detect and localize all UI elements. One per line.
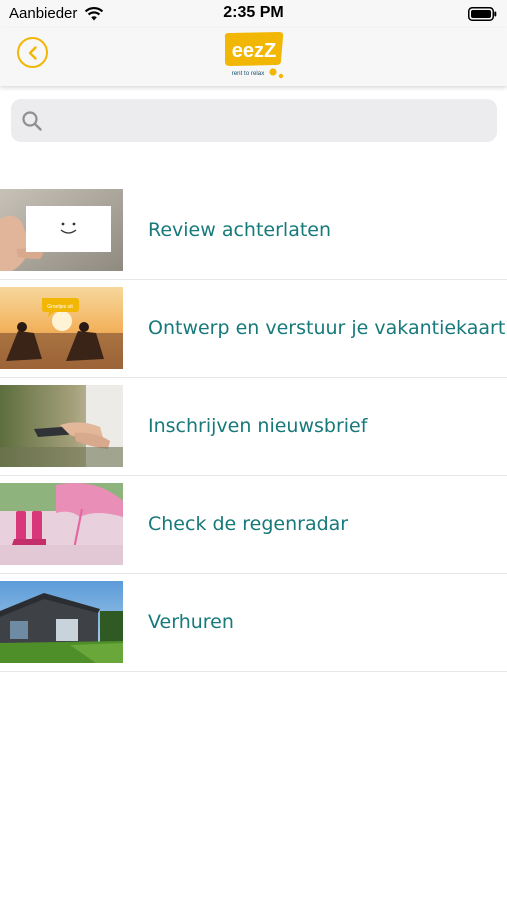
navigation-bar: eezZ rent to relax [0, 28, 507, 86]
menu-item-review[interactable]: Review achterlaten [0, 182, 507, 280]
svg-text:rent to relax: rent to relax [232, 70, 266, 77]
search-bar[interactable] [11, 99, 497, 142]
menu-item-label: Verhuren [148, 611, 234, 633]
battery-icon [468, 7, 497, 21]
search-input[interactable] [51, 99, 487, 142]
status-time: 2:35 PM [223, 4, 284, 21]
menu-item-vakantiekaart[interactable]: Groetjes uit Ontwerp en verstuur je vaka… [0, 280, 507, 378]
menu-item-verhuren[interactable]: Verhuren [0, 574, 507, 672]
chevron-left-icon [28, 45, 37, 60]
back-button[interactable] [17, 37, 48, 68]
menu-item-label: Review achterlaten [148, 219, 332, 241]
menu-item-nieuwsbrief[interactable]: Inschrijven nieuwsbrief [0, 378, 507, 476]
eezz-logo: eezZ rent to relax [224, 32, 284, 79]
vakantiekaart-thumbnail: Groetjes uit [0, 287, 123, 369]
menu-item-label: Inschrijven nieuwsbrief [148, 415, 368, 437]
status-bar: Aanbieder 2:35 PM [0, 0, 507, 28]
nieuwsbrief-thumbnail [0, 385, 123, 467]
svg-text:eezZ: eezZ [232, 40, 276, 62]
menu-list: Review achterlaten Groetjes uit Ontwerp … [0, 182, 507, 672]
menu-item-label: Ontwerp en verstuur je vakantiekaart [148, 317, 506, 339]
verhuren-thumbnail [0, 581, 123, 663]
search-icon [22, 111, 42, 131]
regenradar-thumbnail [0, 483, 123, 565]
menu-item-label: Check de regenradar [148, 513, 349, 535]
menu-item-regenradar[interactable]: Check de regenradar [0, 476, 507, 574]
greeting-bubble-text: Groetjes uit [47, 304, 73, 310]
review-thumbnail [0, 189, 123, 271]
